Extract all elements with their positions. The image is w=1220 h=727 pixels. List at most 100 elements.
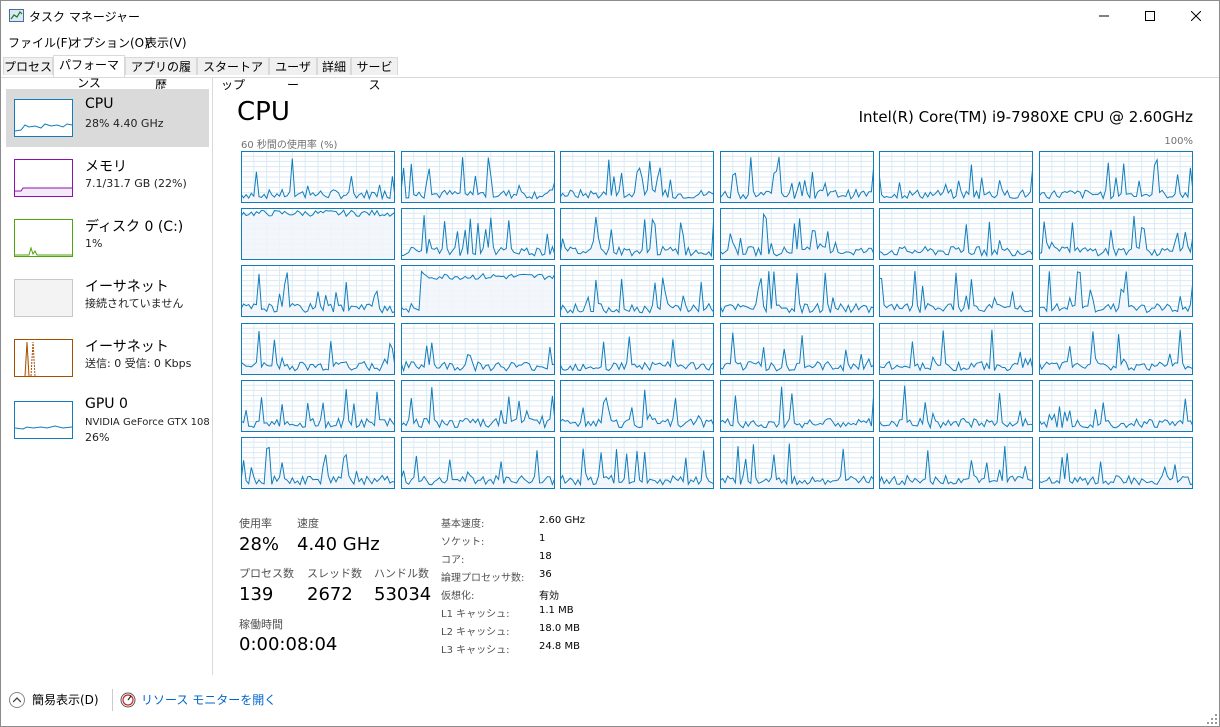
- sidebar-item-memory[interactable]: メモリ 7.1/31.7 GB (22%): [6, 149, 209, 207]
- tab-bar: プロセス パフォーマンス アプリの履歴 スタートアップ ユーザー 詳細 サービス: [1, 55, 1219, 92]
- sidebar-item-name: メモリ: [85, 159, 127, 175]
- close-button[interactable]: [1173, 1, 1219, 31]
- minimize-icon: [1099, 15, 1109, 17]
- logical-processor-graph: [401, 151, 555, 203]
- logical-processor-graph: [560, 380, 714, 432]
- uptime-label: 稼働時間: [239, 618, 283, 631]
- tab-processes[interactable]: プロセス: [3, 57, 53, 75]
- logical-processor-graph: [560, 437, 714, 489]
- sidebar-item-disk[interactable]: ディスク 0 (C:) 1%: [6, 209, 209, 267]
- tab-details[interactable]: 詳細: [317, 57, 351, 75]
- sidebar-item-usage: 26%: [85, 431, 110, 444]
- logical-processor-graph: [560, 151, 714, 203]
- chevron-up-icon: [9, 691, 25, 708]
- logical-processor-graph: [1039, 323, 1193, 375]
- tab-startup[interactable]: スタートアップ: [197, 57, 269, 92]
- logical-processor-graph: [241, 380, 395, 432]
- close-icon: [1191, 11, 1201, 21]
- tab-users[interactable]: ユーザー: [269, 57, 317, 92]
- processes-label: プロセス数: [239, 567, 294, 580]
- detail-value: 24.8 MB: [539, 641, 580, 652]
- logical-processor-graph: [401, 208, 555, 260]
- logical-processor-graph: [560, 323, 714, 375]
- disk-thumbnail-graph: [14, 219, 73, 257]
- footer-separator: [112, 689, 113, 711]
- tab-performance[interactable]: パフォーマンス: [53, 55, 125, 90]
- resource-monitor-label: リソース モニターを開く: [141, 693, 277, 707]
- sidebar-item-gpu[interactable]: GPU 0 NVIDIA GeForce GTX 1080 26%: [6, 389, 209, 455]
- sidebar-item-name: イーサネット: [85, 279, 169, 295]
- sidebar-item-name: GPU 0: [85, 396, 128, 412]
- logical-processor-graph: [401, 437, 555, 489]
- logical-processor-graph: [1039, 380, 1193, 432]
- logical-processor-graphs: [241, 151, 1193, 489]
- resource-monitor-link[interactable]: リソース モニターを開く: [120, 691, 276, 708]
- usage-value: 28%: [239, 534, 280, 555]
- detail-value: 1.1 MB: [539, 605, 574, 616]
- sidebar-item-cpu[interactable]: CPU 28% 4.40 GHz: [6, 89, 209, 147]
- task-manager-window: タスク マネージャー ファイル(F) オプション(O) 表示(V) プロセス パ…: [0, 0, 1220, 727]
- menu-file[interactable]: ファイル(F): [8, 34, 72, 51]
- handles-label: ハンドル数: [374, 567, 429, 580]
- logical-processor-graph: [720, 208, 874, 260]
- page-title: CPU: [237, 97, 290, 127]
- menu-options[interactable]: オプション(O): [70, 34, 149, 51]
- maximize-button[interactable]: [1127, 1, 1173, 31]
- minimize-button[interactable]: [1081, 1, 1127, 31]
- chart-caption: 60 秒間の使用率 (%): [241, 140, 338, 151]
- processes-value: 139: [239, 584, 274, 605]
- sidebar-item-detail: 28% 4.40 GHz: [85, 117, 164, 130]
- sidebar-item-ethernet-1[interactable]: イーサネット 接続されていません: [6, 269, 209, 327]
- detail-value: 2.60 GHz: [539, 515, 585, 526]
- maximize-icon: [1145, 11, 1155, 21]
- logical-processor-graph: [879, 265, 1033, 317]
- detail-key: L1 キャッシュ:: [441, 609, 510, 620]
- sidebar-item-detail: 接続されていません: [85, 297, 184, 310]
- tab-services[interactable]: サービス: [351, 57, 398, 92]
- logical-processor-graph: [879, 323, 1033, 375]
- logical-processor-graph: [1039, 265, 1193, 317]
- logical-processor-graph: [401, 323, 555, 375]
- logical-processor-graph: [560, 208, 714, 260]
- detail-value: 36: [539, 569, 552, 580]
- handles-value: 53034: [374, 584, 432, 605]
- cpu-thumbnail-graph: [14, 99, 73, 137]
- detail-value: 18: [539, 551, 552, 562]
- logical-processor-graph: [879, 437, 1033, 489]
- menu-view[interactable]: 表示(V): [145, 34, 187, 51]
- logical-processor-graph: [720, 151, 874, 203]
- usage-label: 使用率: [239, 517, 272, 530]
- logical-processor-graph: [241, 323, 395, 375]
- gpu-thumbnail-graph: [14, 401, 73, 439]
- detail-value: 18.0 MB: [539, 623, 580, 634]
- logical-processor-graph: [241, 437, 395, 489]
- logical-processor-graph: [1039, 437, 1193, 489]
- detail-key: L2 キャッシュ:: [441, 627, 510, 638]
- detail-value: 有効: [539, 591, 559, 602]
- sidebar-item-name: イーサネット: [85, 339, 169, 355]
- window-title: タスク マネージャー: [29, 10, 140, 24]
- resource-monitor-icon: [120, 692, 136, 707]
- logical-processor-graph: [720, 265, 874, 317]
- speed-label: 速度: [297, 517, 319, 530]
- logical-processor-graph: [241, 208, 395, 260]
- detail-key: 基本速度:: [441, 519, 485, 530]
- detail-key: 論理プロセッサ数:: [441, 573, 525, 584]
- logical-processor-graph: [720, 437, 874, 489]
- fewer-details-label: 簡易表示(D): [32, 693, 99, 707]
- fewer-details-button[interactable]: 簡易表示(D): [9, 691, 99, 708]
- logical-processor-graph: [879, 380, 1033, 432]
- logical-processor-graph: [401, 380, 555, 432]
- logical-processor-graph: [241, 265, 395, 317]
- sidebar-item-ethernet-2[interactable]: イーサネット 送信: 0 受信: 0 Kbps: [6, 329, 209, 387]
- title-bar: タスク マネージャー: [1, 1, 1219, 31]
- logical-processor-graph: [720, 323, 874, 375]
- ethernet-thumbnail-graph: [14, 339, 73, 377]
- sidebar-item-detail: 送信: 0 受信: 0 Kbps: [85, 357, 192, 370]
- uptime-value: 0:00:08:04: [239, 634, 338, 655]
- resource-sidebar: CPU 28% 4.40 GHz メモリ 7.1/31.7 GB (22%) デ…: [1, 78, 213, 675]
- tab-app-history[interactable]: アプリの履歴: [125, 57, 197, 92]
- logical-processor-graph: [560, 265, 714, 317]
- resize-grip-icon[interactable]: [1207, 714, 1217, 724]
- threads-label: スレッド数: [307, 567, 362, 580]
